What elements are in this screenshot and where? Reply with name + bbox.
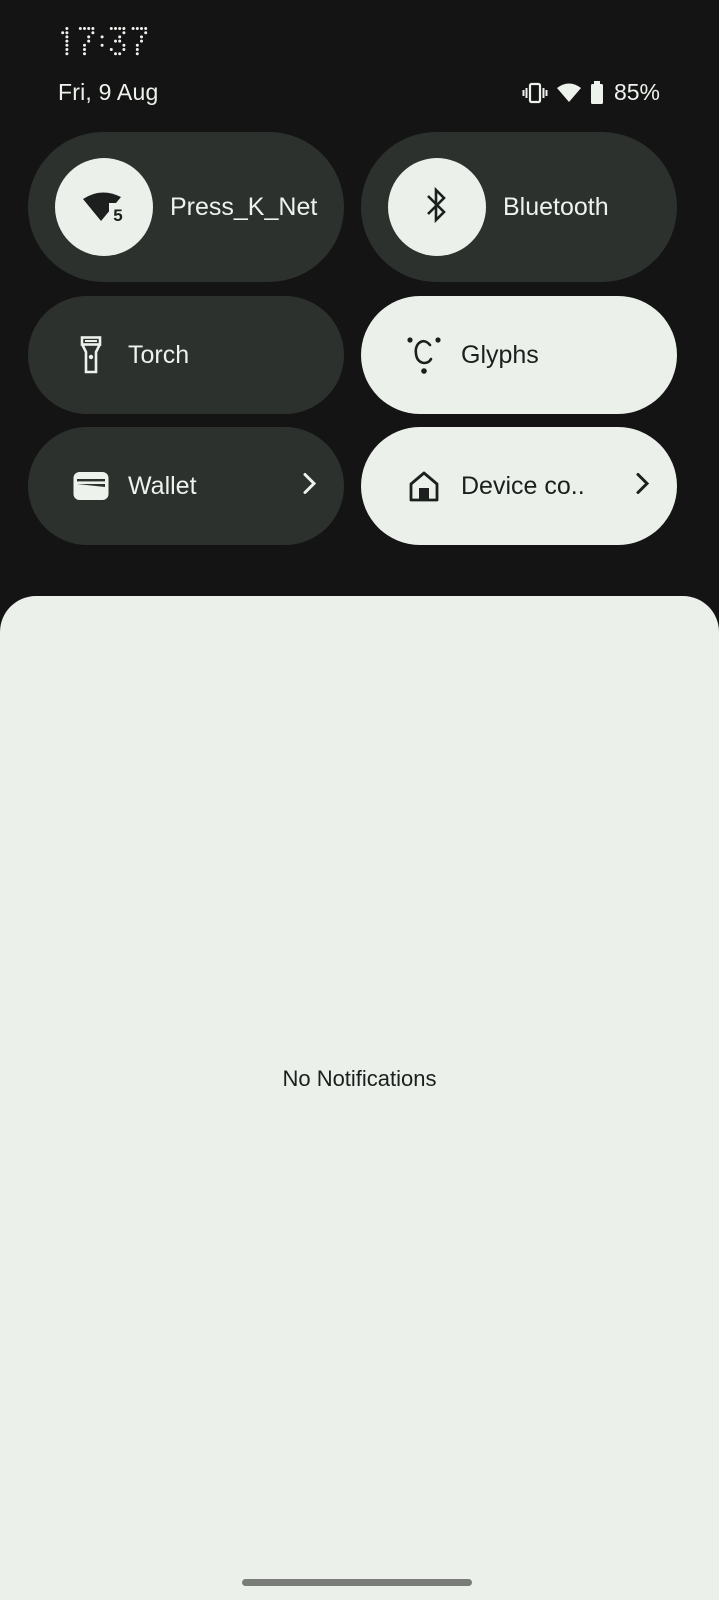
clock-dot bbox=[118, 35, 122, 39]
clock-dot bbox=[140, 35, 143, 39]
clock-dot bbox=[135, 27, 139, 30]
quick-settings-shade: 17:37 Fri, 9 Aug 85% bbox=[0, 0, 719, 1600]
battery-percent: 85% bbox=[613, 79, 660, 105]
chevron-right-icon[interactable] bbox=[302, 472, 318, 501]
chevron-right-icon[interactable] bbox=[635, 472, 651, 501]
home-icon bbox=[406, 470, 442, 502]
tile-torch-label: Torch bbox=[128, 341, 190, 369]
clock-dot bbox=[114, 27, 117, 30]
clock-dot bbox=[65, 27, 69, 30]
bluetooth-toggle-button[interactable] bbox=[388, 158, 486, 256]
clock-dot bbox=[122, 31, 126, 35]
clock-dot bbox=[100, 43, 104, 47]
tile-device-controls-label: Device co.. bbox=[461, 472, 585, 500]
svg-text:5: 5 bbox=[113, 206, 122, 225]
tile-bluetooth[interactable]: Bluetooth bbox=[361, 132, 677, 282]
clock-dot bbox=[109, 27, 113, 30]
clock-dot bbox=[122, 43, 126, 47]
torch-icon bbox=[73, 336, 109, 374]
clock-dot bbox=[100, 35, 104, 39]
clock-dot bbox=[65, 43, 69, 47]
wifi-toggle-button[interactable]: 5 bbox=[55, 158, 153, 256]
clock-dot bbox=[140, 39, 143, 43]
clock-dot bbox=[135, 52, 139, 56]
wallet-icon bbox=[73, 471, 109, 501]
tile-wallet-label: Wallet bbox=[128, 472, 197, 500]
clock-dot bbox=[87, 39, 91, 43]
glyphs-icon bbox=[406, 335, 442, 375]
clock-dot bbox=[140, 27, 143, 30]
clock-dot bbox=[144, 31, 148, 35]
tile-glyphs-label: Glyphs bbox=[461, 341, 539, 369]
clock-dot bbox=[83, 48, 86, 51]
tile-wallet[interactable]: Wallet bbox=[28, 427, 344, 545]
clock-dot bbox=[83, 27, 86, 30]
clock-dot bbox=[65, 39, 69, 43]
clock-dot bbox=[65, 35, 69, 39]
clock-dot bbox=[122, 27, 126, 30]
wifi-icon bbox=[556, 82, 582, 104]
clock-dot bbox=[65, 52, 69, 56]
tile-wifi[interactable]: 5 Press_K_Net bbox=[28, 132, 344, 282]
clock-dot bbox=[91, 27, 95, 30]
wifi-5-icon: 5 bbox=[81, 185, 127, 230]
tile-device-controls[interactable]: Device co.. bbox=[361, 427, 677, 545]
clock-dot bbox=[144, 27, 148, 30]
tile-wifi-label: Press_K_Net bbox=[170, 193, 318, 221]
clock-dot bbox=[109, 48, 113, 51]
tile-glyphs[interactable]: Glyphs bbox=[361, 296, 677, 414]
clock-dot bbox=[118, 52, 122, 56]
clock-dot bbox=[135, 48, 139, 51]
bluetooth-icon bbox=[424, 186, 450, 229]
status-icons: 85% bbox=[522, 79, 660, 106]
clock-dot bbox=[61, 31, 65, 35]
clock-dot bbox=[65, 31, 69, 35]
clock-dot bbox=[87, 35, 91, 39]
empty-notifications-label: No Notifications bbox=[282, 1066, 437, 1091]
clock-dot bbox=[78, 27, 82, 30]
clock-dot bbox=[118, 39, 122, 43]
navigation-handle[interactable] bbox=[242, 1579, 472, 1586]
clock-dot bbox=[122, 48, 126, 51]
vibrate-icon bbox=[522, 82, 548, 104]
clock-dot bbox=[114, 39, 117, 43]
clock: 17:37 bbox=[61, 27, 148, 56]
clock-dot bbox=[83, 43, 86, 47]
tile-bluetooth-label: Bluetooth bbox=[503, 193, 609, 221]
clock-dot bbox=[83, 52, 86, 56]
clock-dot bbox=[118, 27, 122, 30]
date-label: Fri, 9 Aug bbox=[58, 79, 159, 105]
clock-dot bbox=[65, 48, 69, 51]
clock-dot bbox=[87, 27, 91, 30]
clock-dot bbox=[135, 43, 139, 47]
battery-icon bbox=[590, 80, 604, 105]
clock-dot bbox=[131, 27, 135, 30]
clock-dot bbox=[91, 31, 95, 35]
clock-dot bbox=[114, 52, 117, 56]
tile-torch[interactable]: Torch bbox=[28, 296, 344, 414]
notification-panel: No Notifications bbox=[0, 596, 719, 1600]
